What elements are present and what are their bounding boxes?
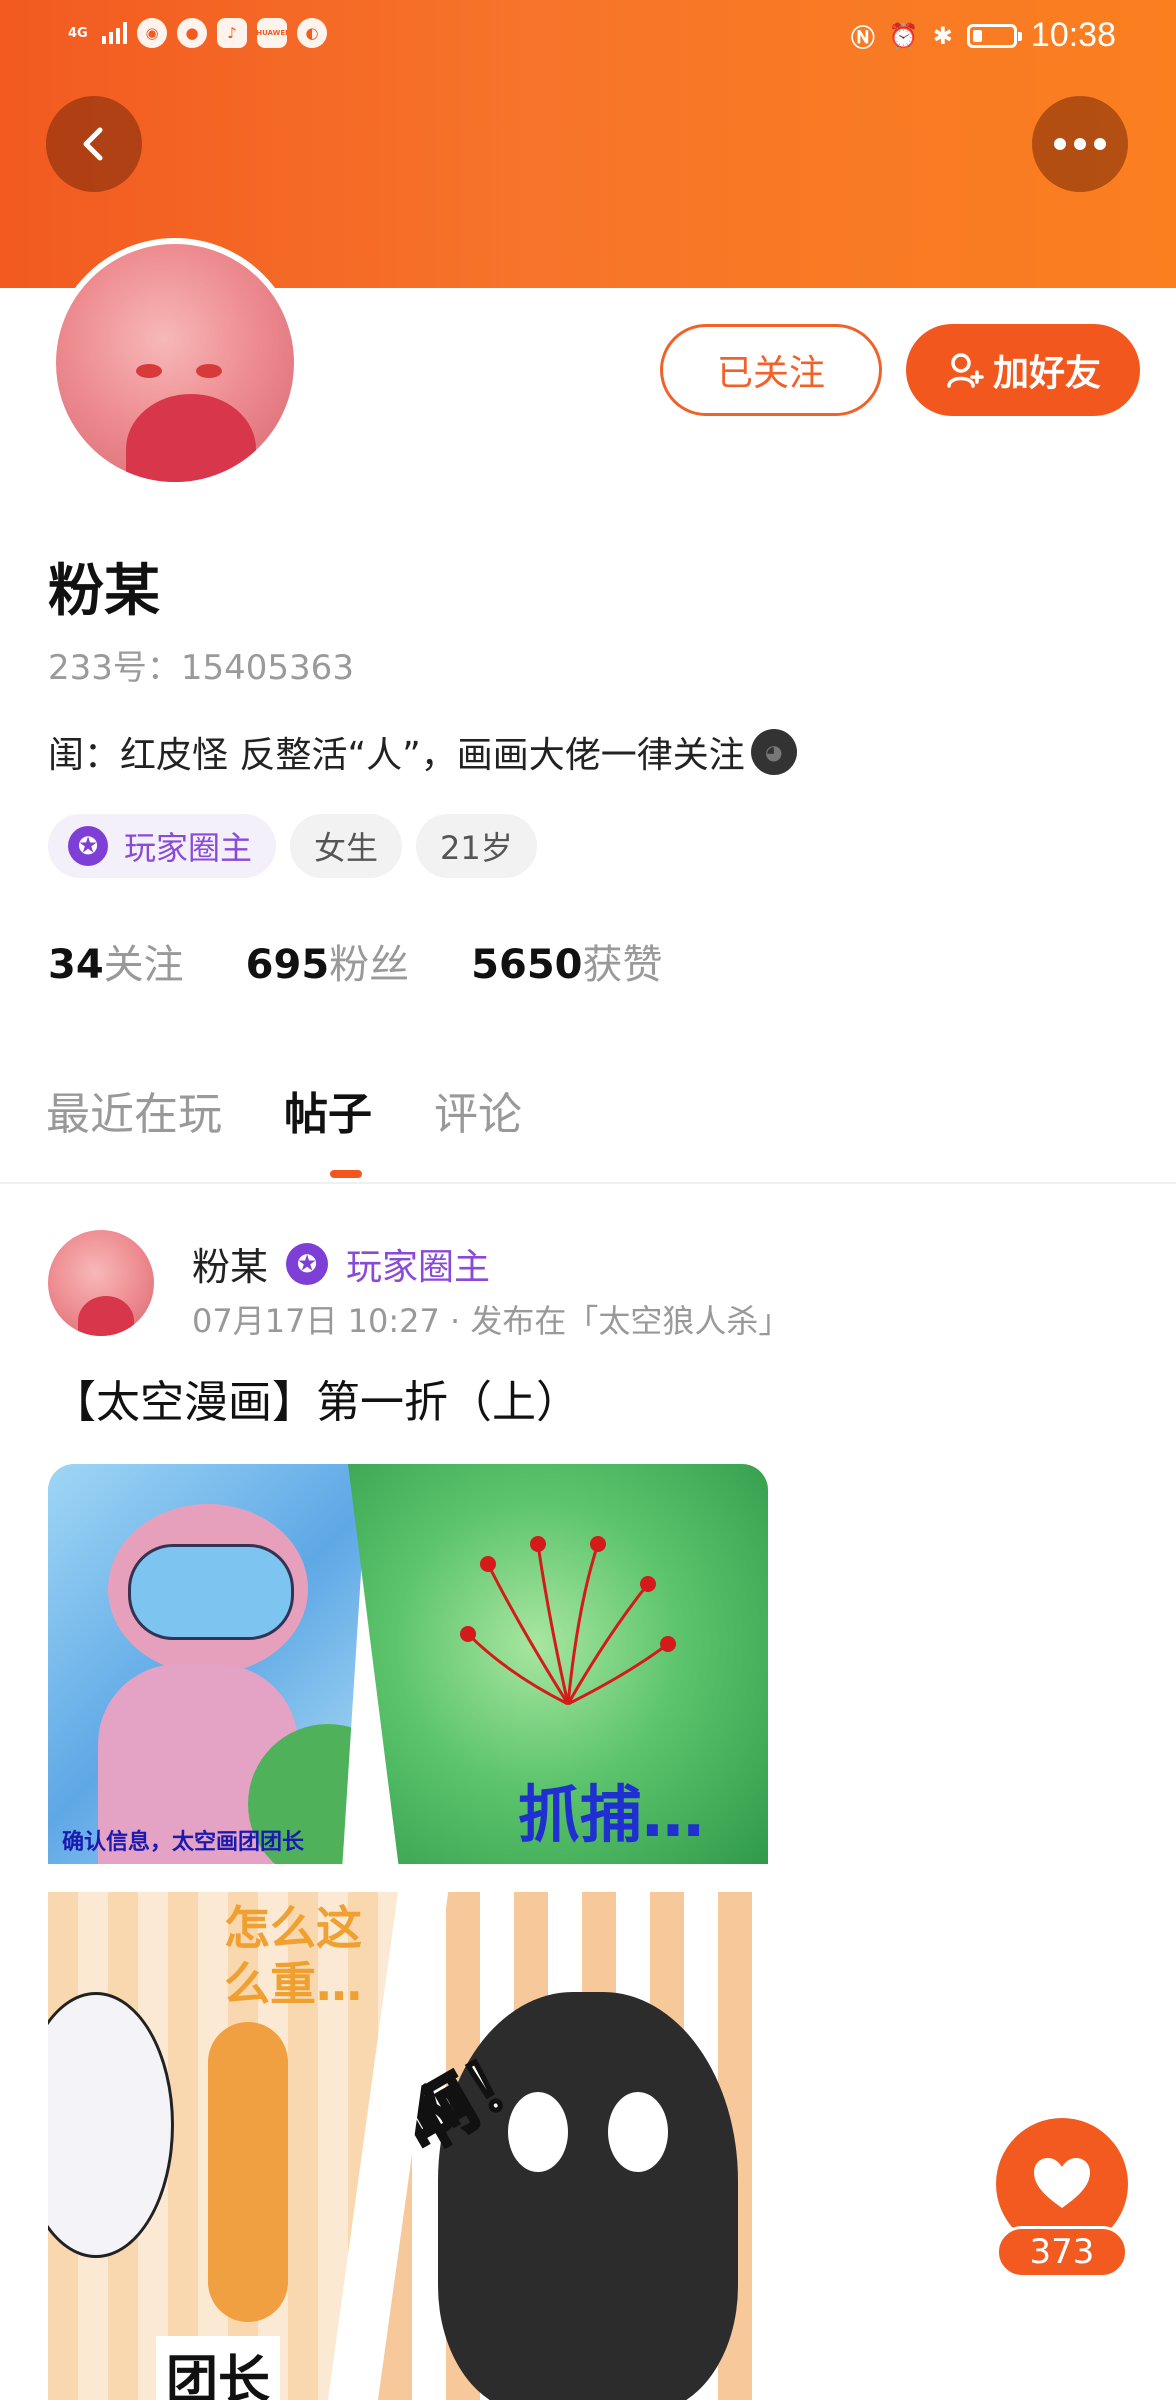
add-friend-label: 加好友: [992, 353, 1101, 394]
post-author-row: 粉某 ✪ 玩家圈主: [192, 1236, 490, 1291]
avatar-shirt: [78, 1296, 134, 1336]
tab-posts[interactable]: 帖子: [284, 1078, 372, 1142]
character-white: [48, 1992, 174, 2258]
stat-value: 34: [48, 942, 104, 988]
bluetooth-icon: ✱: [932, 21, 953, 50]
profile-avatar[interactable]: [50, 238, 300, 488]
stat-label: 关注: [103, 942, 184, 988]
profile-name: 粉某: [48, 559, 160, 624]
stat-value: 695: [245, 942, 330, 988]
post-author-avatar[interactable]: [48, 1230, 154, 1336]
music-icon: ♪: [217, 18, 247, 48]
like-count: 373: [996, 2226, 1128, 2278]
avatar-shirt: [126, 394, 256, 482]
stat-label: 粉丝: [329, 942, 410, 988]
add-user-icon: [947, 353, 984, 388]
battery-icon: [966, 23, 1022, 48]
stat-following[interactable]: 34关注: [48, 932, 184, 990]
profile-uid: 233号：15405363: [48, 648, 354, 688]
tag-label: 玩家圈主: [124, 829, 253, 867]
post-author-role: 玩家圈主: [346, 1246, 491, 1288]
profile-stats: 34关注 695粉丝 5650获赞: [48, 932, 663, 990]
comic-panel-2: 抓捕…: [348, 1464, 768, 1864]
cat-eye: [608, 2092, 668, 2172]
alarm-icon: ⏰: [888, 21, 919, 50]
bio-text: 闺：红皮怪 反整活“人”，画画大佬一律关注: [48, 735, 745, 776]
stat-value: 5650: [471, 942, 583, 988]
tab-recently-played[interactable]: 最近在玩: [46, 1078, 222, 1142]
star-badge-icon: ✪: [286, 1242, 329, 1285]
face-emoji-icon: ◕: [750, 729, 797, 775]
tabs-divider: [0, 1182, 1176, 1184]
browser-icon: ◐: [297, 18, 327, 48]
comic-caption: 团长: [156, 2336, 281, 2400]
status-bar: 4G ◉ ● ♪ HUAWEI ◐ Ⓝ ⏰ ✱ 10:38: [0, 0, 1176, 72]
avatar-eye: [136, 364, 162, 378]
chevron-left-icon: [83, 127, 103, 161]
tag-role[interactable]: ✪ 玩家圈主: [48, 814, 277, 878]
active-tab-indicator: [330, 1170, 362, 1178]
followed-button[interactable]: 已关注: [660, 324, 882, 416]
tag-label: 女生: [314, 829, 379, 867]
star-badge-icon: ✪: [68, 826, 108, 866]
status-bar-left: 4G ◉ ● ♪ HUAWEI ◐: [68, 18, 327, 48]
post-comic-image[interactable]: 确认信息，太空画团团长 抓捕… 怎么这么重… 团长 啊！: [48, 1464, 768, 2400]
huawei-icon: HUAWEI: [256, 18, 288, 48]
wechat-icon: ◉: [137, 18, 167, 48]
comic-caption: 确认信息，太空画团团长: [62, 1830, 305, 1855]
add-friend-button[interactable]: 加好友: [906, 324, 1140, 416]
tag-gender: 女生: [290, 814, 403, 878]
comic-caption: 怎么这么重…: [224, 1901, 362, 2011]
tag-age: 21岁: [416, 814, 537, 878]
back-button[interactable]: [46, 96, 142, 192]
tab-comments[interactable]: 评论: [434, 1078, 522, 1142]
battery-level: [972, 29, 983, 42]
red-spider-lily-icon: [460, 1536, 676, 1706]
message-icon: ●: [177, 18, 207, 48]
post-meta: 07月17日 10:27 · 发布在「太空狼人杀」: [192, 1302, 791, 1340]
tag-label: 21岁: [440, 829, 513, 867]
comic-panel-4: 啊！: [378, 1892, 768, 2400]
nfc-icon: Ⓝ: [850, 24, 875, 52]
comic-panel-1: 确认信息，太空画团团长: [48, 1464, 368, 1864]
post-title[interactable]: 【太空漫画】第一折（上）: [52, 1366, 580, 1430]
post-author-name[interactable]: 粉某: [192, 1236, 268, 1291]
more-button[interactable]: [1032, 96, 1128, 192]
comic-panel-3: 怎么这么重… 团长: [48, 1892, 398, 2400]
stat-label: 获赞: [582, 942, 663, 988]
profile-tabs: 最近在玩 帖子 评论: [46, 1078, 522, 1142]
status-bar-right: Ⓝ ⏰ ✱ 10:38: [851, 16, 1116, 55]
heart-icon: [1034, 2158, 1090, 2208]
character-visor: [128, 1544, 294, 1640]
profile-bio: 闺：红皮怪 反整活“人”，画画大佬一律关注 ◕: [48, 726, 797, 778]
clock: 10:38: [1030, 16, 1116, 54]
comic-caption: 抓捕…: [518, 1778, 705, 1851]
avatar-eye: [196, 364, 222, 378]
stat-fans[interactable]: 695粉丝: [246, 932, 410, 990]
network-type: 4G: [68, 25, 88, 41]
more-dots-icon: [1054, 138, 1106, 150]
stat-likes: 5650获赞: [471, 932, 662, 990]
profile-tags: ✪ 玩家圈主 女生 21岁: [48, 814, 537, 878]
character-orange: [208, 2022, 288, 2322]
signal-icon: [102, 22, 127, 44]
